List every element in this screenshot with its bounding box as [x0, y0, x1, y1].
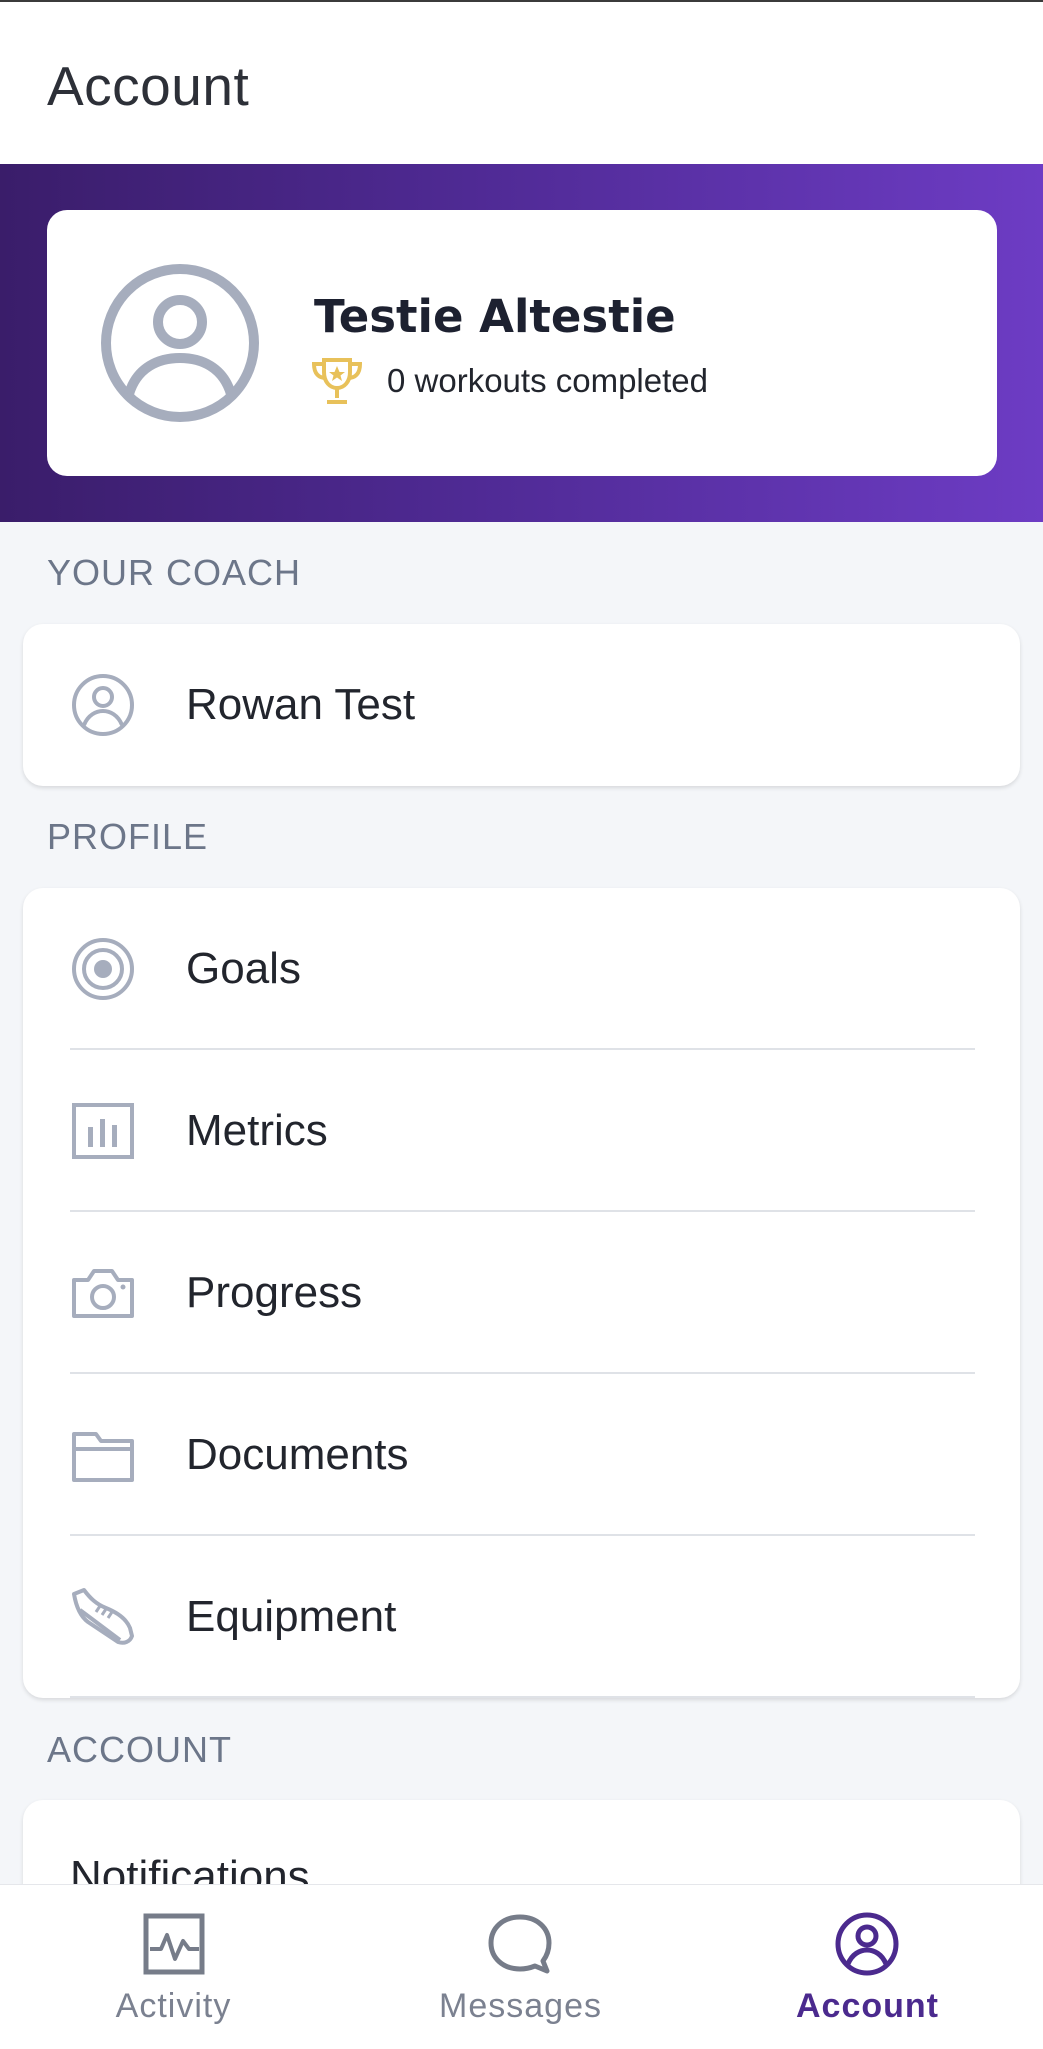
trophy-icon: [311, 358, 363, 404]
menu-item-label: Goals: [186, 944, 301, 993]
profile-menu-card: Goals Metrics Progress Documents Equipme…: [23, 888, 1020, 1698]
folder-icon: [72, 1432, 134, 1482]
nav-label: Activity: [115, 1987, 232, 2025]
nav-item-account[interactable]: Account: [694, 1885, 1041, 2049]
coach-row[interactable]: Rowan Test: [23, 624, 1020, 786]
menu-item-goals[interactable]: Goals: [23, 888, 1020, 1050]
coach-card[interactable]: Rowan Test: [23, 624, 1020, 786]
target-icon: [72, 938, 134, 1000]
menu-item-label: Equipment: [186, 1592, 397, 1641]
user-circle-icon: [835, 1912, 899, 1976]
profile-card[interactable]: Testie Altestie 0 workouts completed: [47, 210, 997, 476]
nav-item-messages[interactable]: Messages: [347, 1885, 694, 2049]
profile-banner: Testie Altestie 0 workouts completed: [0, 164, 1043, 522]
divider: [70, 1696, 975, 1698]
app-header: Account: [0, 2, 1043, 164]
section-label-account: ACCOUNT: [47, 1729, 232, 1770]
coach-name: Rowan Test: [186, 680, 416, 729]
nav-item-activity[interactable]: Activity: [0, 1885, 347, 2049]
menu-item-documents[interactable]: Documents: [23, 1374, 1020, 1536]
menu-item-label: Metrics: [186, 1106, 328, 1155]
sneaker-icon: [72, 1588, 134, 1645]
menu-item-label: Documents: [186, 1430, 409, 1479]
bottom-nav: Activity Messages Account: [0, 1884, 1043, 2049]
section-label-your-coach: YOUR COACH: [47, 552, 302, 593]
nav-label: Account: [796, 1987, 939, 2025]
chat-bubble-icon: [488, 1914, 552, 1974]
user-circle-icon: [72, 674, 134, 736]
profile-name: Testie Altestie: [314, 290, 676, 343]
page-title: Account: [47, 55, 250, 117]
user-circle-icon: [101, 264, 259, 422]
menu-item-metrics[interactable]: Metrics: [23, 1050, 1020, 1212]
activity-icon: [143, 1913, 205, 1975]
nav-label: Messages: [439, 1987, 602, 2025]
menu-item-equipment[interactable]: Equipment: [23, 1536, 1020, 1698]
workouts-completed: 0 workouts completed: [387, 362, 708, 399]
camera-icon: [72, 1269, 134, 1318]
section-label-profile: PROFILE: [47, 816, 209, 857]
bar-chart-icon: [72, 1103, 134, 1159]
menu-item-progress[interactable]: Progress: [23, 1212, 1020, 1374]
menu-item-label: Progress: [186, 1268, 363, 1317]
